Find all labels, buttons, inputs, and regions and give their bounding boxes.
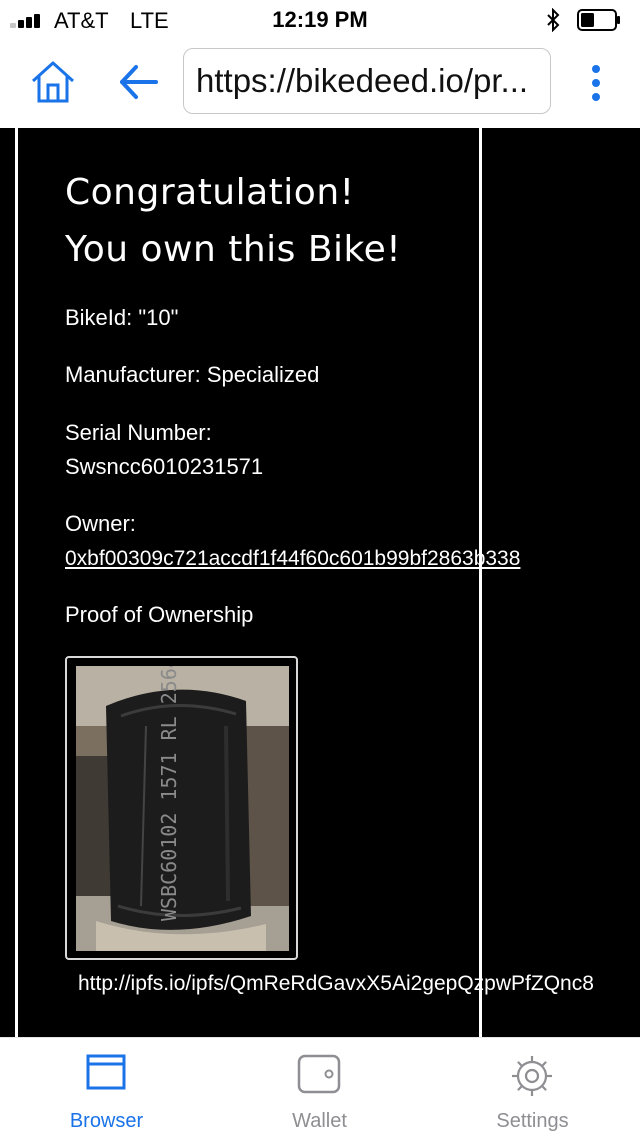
home-icon[interactable] [30,60,76,104]
owner: Owner: 0xbf00309c721accdf1f44f60c601b99b… [65,507,520,576]
proof-photo: WSBC60102 1571 RL 2564 [76,666,289,951]
divider-line [15,128,18,1037]
bluetooth-icon [547,8,560,32]
tab-settings[interactable]: Settings [426,1038,639,1137]
heading-line-2: You own this Bike! [65,229,402,270]
back-arrow-icon[interactable] [118,62,160,102]
serial-value: Swsncc6010231571 [65,454,264,479]
browser-toolbar: https://bikedeed.io/pr... [0,40,640,128]
proof-label: Proof of Ownership [65,602,254,627]
page-heading: Congratulation! You own this Bike! [65,164,401,278]
tab-bar: Browser Wallet Settings [0,1037,640,1136]
heading-line-1: Congratulation! [65,172,355,213]
gear-icon [512,1056,552,1096]
web-content: Congratulation! You own this Bike! BikeI… [0,128,640,1037]
serial-number: Serial Number: Swsncc6010231571 [65,416,263,484]
bike-id: BikeId: "10" [65,305,179,330]
tab-wallet[interactable]: Wallet [213,1038,426,1137]
tab-wallet-label: Wallet [292,1110,347,1132]
wallet-icon [297,1054,341,1094]
owner-label: Owner: [65,511,136,536]
proof-image-frame[interactable]: WSBC60102 1571 RL 2564 [65,656,298,960]
tab-browser-label: Browser [69,1110,144,1132]
serial-label: Serial Number: [65,420,212,445]
divider-line [479,128,482,1037]
battery-icon [577,9,620,31]
url-field[interactable]: https://bikedeed.io/pr... [183,48,551,114]
browser-icon [86,1054,126,1090]
manufacturer: Manufacturer: Specialized [65,362,320,387]
tab-settings-label: Settings [496,1110,569,1132]
status-bar: AT&T LTE 12:19 PM [0,0,640,40]
owner-address-link[interactable]: 0xbf00309c721accdf1f44f60c601b99bf2863b3… [65,547,520,570]
clock: 12:19 PM [272,7,368,32]
ipfs-link[interactable]: http://ipfs.io/ipfs/QmReRdGavxX5Ai2gepQz… [78,972,594,996]
tab-browser[interactable]: Browser [0,1038,213,1137]
proof-photo-serial: WSBC60102 1571 RL 2564 [157,666,181,921]
vertical-dots-icon[interactable] [584,64,608,104]
